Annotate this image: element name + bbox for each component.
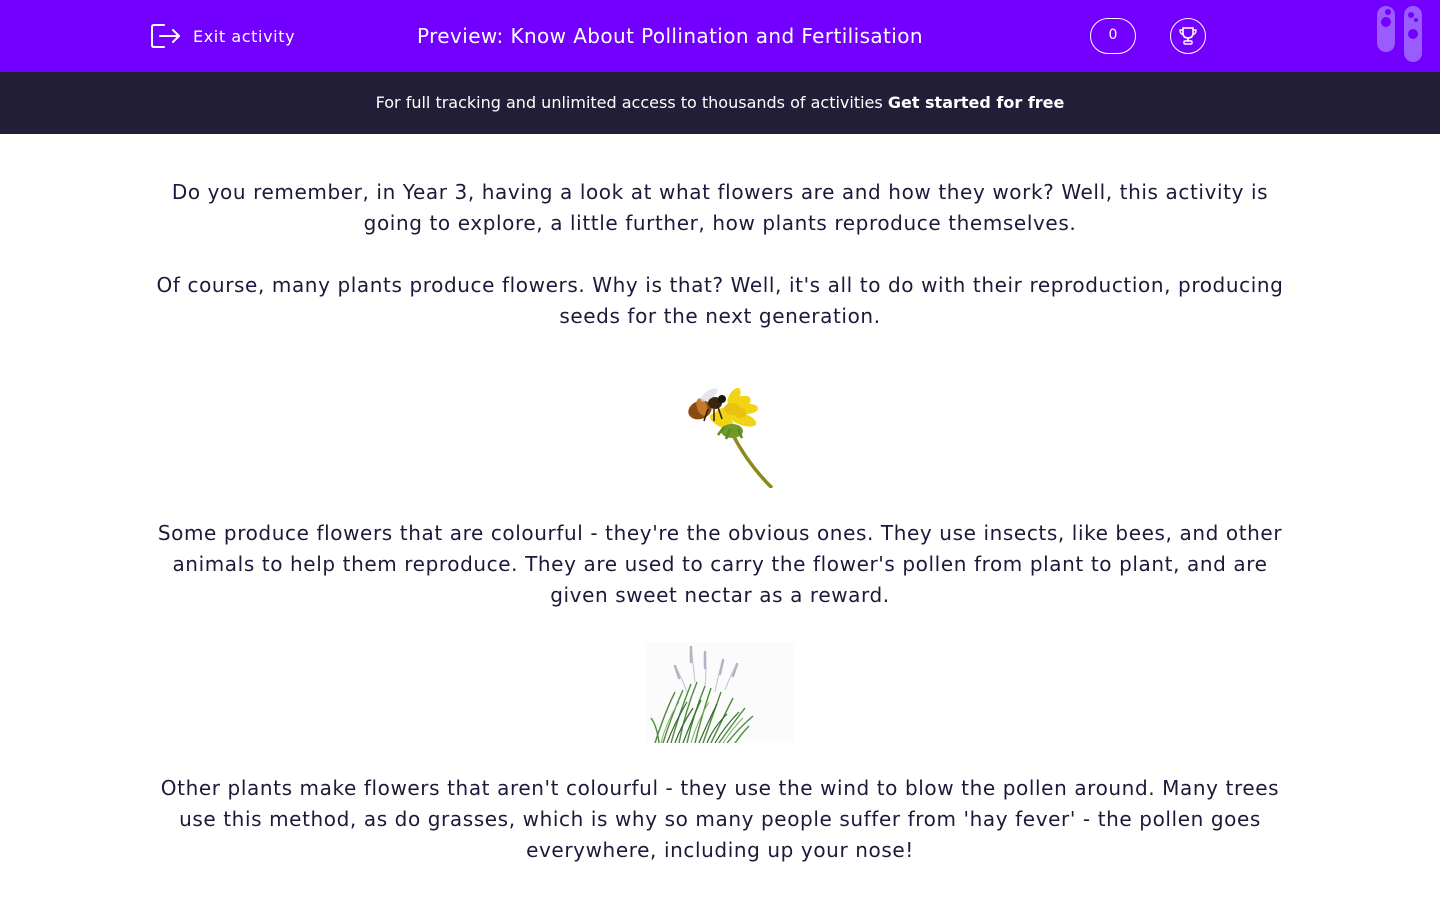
signup-banner: For full tracking and unlimited access t…: [0, 72, 1440, 134]
header-bar: Exit activity Preview: Know About Pollin…: [0, 0, 1440, 72]
banner-text: For full tracking and unlimited access t…: [375, 93, 888, 112]
intro-paragraph: Do you remember, in Year 3, having a loo…: [171, 180, 1269, 235]
grass-tuft-image: [645, 642, 795, 743]
exit-icon: [150, 22, 182, 50]
bee-on-dandelion-image: [662, 383, 778, 488]
trophy-icon: [1177, 25, 1199, 47]
get-started-link[interactable]: Get started for free: [888, 93, 1065, 112]
exit-activity-button[interactable]: Exit activity: [150, 22, 295, 50]
score-badge: 0: [1090, 18, 1136, 54]
trophy-button[interactable]: [1170, 18, 1206, 54]
page-title: Preview: Know About Pollination and Fert…: [417, 24, 923, 48]
flowers-paragraph: Of course, many plants produce flowers. …: [156, 273, 1284, 328]
test-tubes-logo: [1374, 6, 1426, 64]
wind-pollination-paragraph: Other plants make flowers that aren't co…: [160, 776, 1280, 862]
colourful-flowers-paragraph: Some produce flowers that are colourful …: [157, 521, 1283, 607]
exit-activity-label: Exit activity: [193, 26, 296, 46]
